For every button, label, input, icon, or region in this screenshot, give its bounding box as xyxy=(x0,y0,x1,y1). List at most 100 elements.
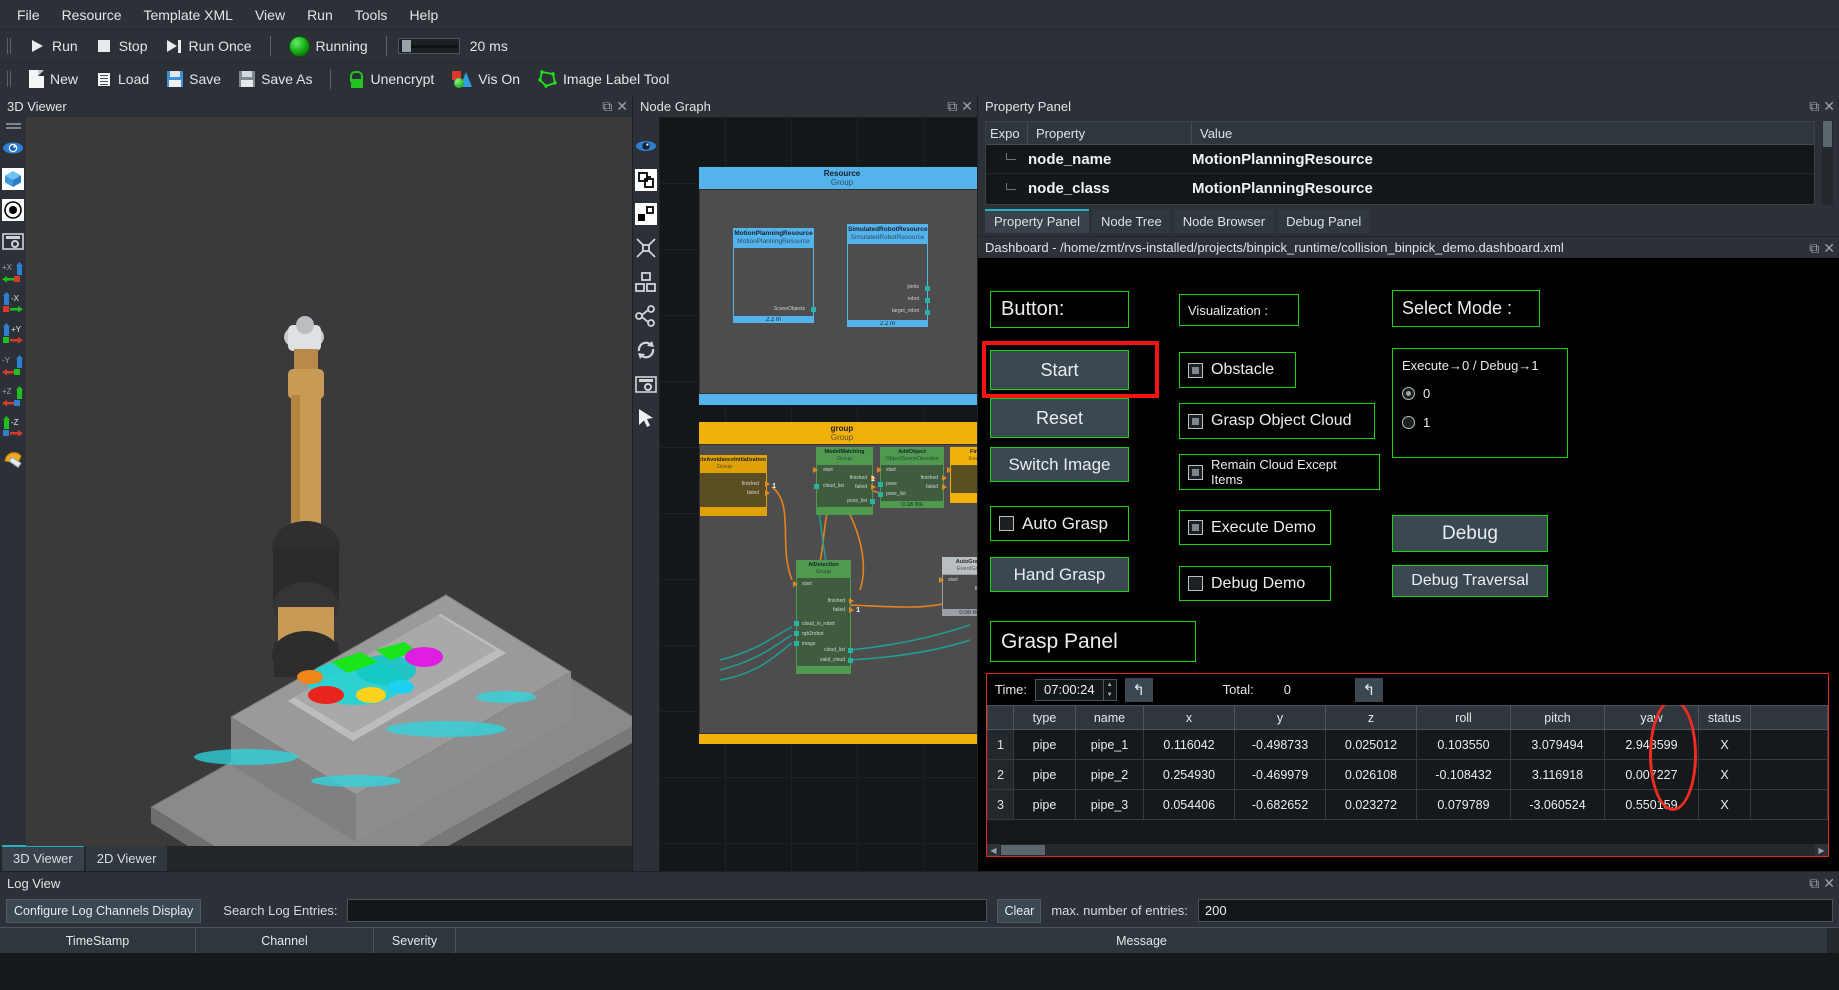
log-table-body[interactable] xyxy=(0,953,1839,990)
col-message[interactable]: Message xyxy=(456,928,1827,953)
table-row[interactable]: 1 pipe pipe_1 0.116042 -0.498733 0.02501… xyxy=(987,729,1828,760)
close-icon[interactable]: ✕ xyxy=(1823,99,1835,113)
node-port-rgb2robot[interactable]: rgb2robot xyxy=(802,631,823,637)
node-port-finished[interactable]: finished xyxy=(850,475,867,481)
minus-x-icon[interactable]: -X xyxy=(2,292,24,314)
port-arrow[interactable] xyxy=(849,598,854,604)
debug-demo-checkbox-row[interactable]: Debug Demo xyxy=(1179,566,1331,601)
graph-node-group[interactable]: group Group cleAvoidanceInitialization G… xyxy=(699,422,977,745)
node-port-finished[interactable]: finished xyxy=(975,586,977,592)
obstacle-checkbox-row[interactable]: Obstacle xyxy=(1179,352,1296,388)
graph-node-aidetection[interactable]: AIDetectionGroup start finished failed xyxy=(793,560,860,674)
snapshot-icon[interactable] xyxy=(2,230,24,252)
port-dot[interactable] xyxy=(925,286,930,292)
reset-button[interactable]: Reset xyxy=(990,398,1129,438)
obstacle-checkbox[interactable] xyxy=(1188,362,1203,378)
log-vscrollbar[interactable] xyxy=(1827,928,1839,953)
col-timestamp[interactable]: TimeStamp xyxy=(0,928,196,953)
switch-image-button[interactable]: Switch Image xyxy=(990,447,1129,482)
image-label-tool-button[interactable]: Image Label Tool xyxy=(529,67,678,91)
time-spinner[interactable]: 07:00:24 ▲ ▼ xyxy=(1035,678,1117,701)
node-port-image[interactable]: image xyxy=(802,641,816,647)
node-port-sceneobjects[interactable]: SceneObjects xyxy=(774,306,805,312)
graph-node-addobject[interactable]: AddObject ObjectSceneOperator start finis… xyxy=(871,447,947,508)
toolbar-grip[interactable] xyxy=(6,36,14,56)
node-port-start[interactable]: start xyxy=(802,581,812,587)
node-graph-canvas[interactable]: Resource Group MotionPlanningResource Moti… xyxy=(659,117,977,871)
scrollbar-thumb[interactable] xyxy=(1823,121,1832,147)
node-port-finished[interactable]: finished xyxy=(742,481,759,487)
node-port-cloud-in-robot[interactable]: cloud_in_robot xyxy=(802,621,835,627)
undock-icon[interactable]: ⧉ xyxy=(1809,99,1819,113)
menu-item-template-xml[interactable]: Template XML xyxy=(132,3,243,27)
execute-demo-checkbox-row[interactable]: Execute Demo xyxy=(1179,510,1331,545)
interval-slider[interactable] xyxy=(397,38,460,54)
target-icon[interactable] xyxy=(2,199,24,221)
slider-knob[interactable] xyxy=(401,40,411,52)
col-status[interactable]: status xyxy=(1698,705,1751,730)
scroll-left-icon[interactable]: ◀ xyxy=(987,844,1000,856)
mode-option-0[interactable]: 0 xyxy=(1402,386,1567,401)
port-dot[interactable] xyxy=(925,298,930,304)
configure-log-channels-button[interactable]: Configure Log Channels Display xyxy=(6,898,202,923)
port-dot[interactable] xyxy=(878,482,883,487)
graph-node-modelmatching[interactable]: ModelMatching Group start finished failed xyxy=(813,447,876,515)
graph-node-autograsp[interactable]: AutoGraspEventGate start finished failed… xyxy=(939,557,977,616)
node-port-cloud-list[interactable]: cloud_list xyxy=(823,483,844,489)
port-arrow[interactable] xyxy=(942,484,947,490)
start-button[interactable]: Start xyxy=(990,350,1129,390)
spinner-down-icon[interactable]: ▼ xyxy=(1104,690,1116,700)
scrollbar-thumb[interactable] xyxy=(1001,845,1045,855)
col-type[interactable]: type xyxy=(1013,705,1076,730)
stop-button[interactable]: Stop xyxy=(87,35,157,58)
spinner-arrows[interactable]: ▲ ▼ xyxy=(1102,679,1116,700)
toolbar-grip-2[interactable] xyxy=(6,69,14,89)
port-arrow[interactable] xyxy=(849,607,854,613)
node-port-pose[interactable]: pose xyxy=(886,481,897,487)
collapse-icon[interactable] xyxy=(635,237,657,259)
max-entries-input[interactable] xyxy=(1197,899,1833,922)
port-arrow[interactable] xyxy=(871,484,876,490)
table-row[interactable]: node_name MotionPlanningResource xyxy=(986,145,1814,174)
port-dot[interactable] xyxy=(878,492,883,497)
col-severity[interactable]: Severity xyxy=(374,928,456,953)
table-row[interactable]: 2 pipe pipe_2 0.254930 -0.469979 0.02610… xyxy=(987,759,1828,790)
node-port-cloud-list[interactable]: cloud_list xyxy=(824,647,845,653)
port-dot[interactable] xyxy=(794,621,799,626)
unencrypt-button[interactable]: Unencrypt xyxy=(340,68,443,91)
node-port-joints[interactable]: joints xyxy=(907,284,919,290)
menu-item-view[interactable]: View xyxy=(244,3,296,27)
col-pitch[interactable]: pitch xyxy=(1510,705,1605,730)
spinner-up-icon[interactable]: ▲ xyxy=(1104,680,1116,690)
port-arrow[interactable] xyxy=(877,467,882,473)
run-once-button[interactable]: Run Once xyxy=(157,35,261,58)
col-x[interactable]: x xyxy=(1143,705,1235,730)
grasp-table-hscrollbar[interactable]: ◀ ▶ xyxy=(987,844,1828,856)
undock-icon[interactable]: ⧉ xyxy=(1809,241,1819,255)
node-port-pose-list[interactable]: pose_list xyxy=(847,498,867,504)
toolbar-handle[interactable] xyxy=(5,123,21,125)
tab-2d-viewer[interactable]: 2D Viewer xyxy=(85,845,168,871)
tab-node-tree[interactable]: Node Tree xyxy=(1092,209,1171,233)
table-row[interactable]: 3 pipe pipe_3 0.054406 -0.682652 0.02327… xyxy=(987,789,1828,820)
group-nodes-icon[interactable] xyxy=(635,169,657,191)
menu-item-file[interactable]: File xyxy=(6,3,51,27)
remain-cloud-checkbox[interactable] xyxy=(1188,464,1203,480)
node-port-failed[interactable]: failed xyxy=(747,490,759,496)
mode-option-1[interactable]: 1 xyxy=(1402,415,1567,430)
debug-traversal-button[interactable]: Debug Traversal xyxy=(1392,565,1548,597)
layout-grid-icon[interactable] xyxy=(635,271,657,293)
port-dot[interactable] xyxy=(870,499,875,504)
tab-property-panel[interactable]: Property Panel xyxy=(985,209,1089,233)
port-dot[interactable] xyxy=(814,484,819,489)
graph-node-first[interactable]: FirstEvent xyxy=(947,447,977,503)
graph-node-obstacleavoidanceinitialization[interactable]: ObstacleAvoidanceInitializationGroup fin… xyxy=(700,455,776,516)
node-port-pose-list[interactable]: pose_list xyxy=(886,491,906,497)
tab-3d-viewer[interactable]: 3D Viewer xyxy=(2,845,84,871)
col-y[interactable]: y xyxy=(1234,705,1326,730)
mode-radio-0[interactable] xyxy=(1402,387,1415,400)
time-reset-button[interactable]: ↰ xyxy=(1124,677,1153,702)
col-z[interactable]: z xyxy=(1325,705,1417,730)
ungroup-nodes-icon[interactable] xyxy=(635,203,657,225)
node-port-finished[interactable]: finished xyxy=(921,475,938,481)
